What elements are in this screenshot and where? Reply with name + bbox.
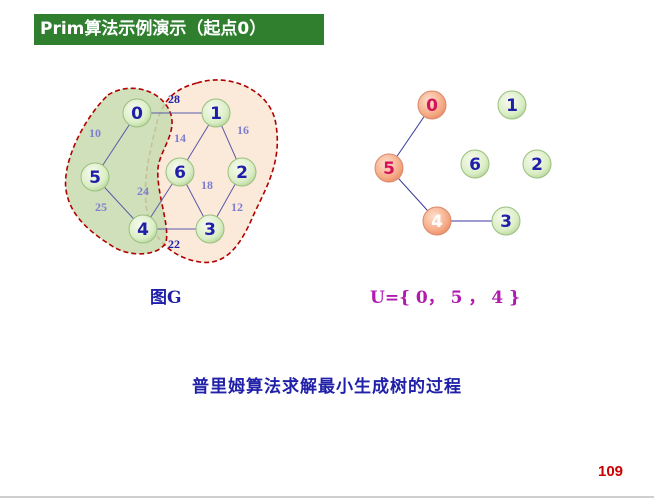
tree-node-5: 5 xyxy=(374,153,404,183)
tree-node-1: 1 xyxy=(497,90,527,120)
svg-text:4: 4 xyxy=(431,212,443,232)
graph-g: 28 10 14 16 24 18 25 12 22 0 1 2 3 4 5 6 xyxy=(64,79,278,264)
svg-text:5: 5 xyxy=(383,159,395,179)
svg-text:1: 1 xyxy=(506,96,518,116)
graph-node-3: 3 xyxy=(195,214,225,244)
weight-5-4: 25 xyxy=(95,200,107,214)
graph-node-2: 2 xyxy=(227,157,257,187)
graph-caption: 图G xyxy=(150,288,182,308)
figure-canvas: 28 10 14 16 24 18 25 12 22 0 1 2 3 4 5 6… xyxy=(64,79,552,264)
svg-text:2: 2 xyxy=(236,163,248,183)
svg-text:5: 5 xyxy=(89,168,101,188)
weight-6-4: 24 xyxy=(137,184,149,198)
svg-text:2: 2 xyxy=(531,155,543,175)
page-number: 109 xyxy=(598,463,624,480)
svg-text:3: 3 xyxy=(500,212,512,232)
weight-0-1: 28 xyxy=(168,92,180,106)
tree-node-2: 2 xyxy=(522,149,552,179)
weight-4-3: 22 xyxy=(168,237,180,251)
svg-text:6: 6 xyxy=(174,163,186,183)
weight-1-6: 14 xyxy=(174,131,186,145)
tree-node-4: 4 xyxy=(422,206,452,236)
graph-node-4: 4 xyxy=(128,214,158,244)
tree-node-6: 6 xyxy=(460,149,490,179)
tree-node-0: 0 xyxy=(417,90,447,120)
prim-progress-tree: 0 1 2 3 4 5 6 xyxy=(374,90,552,236)
weight-1-2: 16 xyxy=(237,123,249,137)
graph-node-5: 5 xyxy=(80,162,110,192)
graph-node-0: 0 xyxy=(122,98,152,128)
svg-text:0: 0 xyxy=(131,104,143,124)
tree-node-3: 3 xyxy=(491,206,521,236)
u-set-caption: U={ 0， 5 ， 4 } xyxy=(370,288,521,308)
weight-6-3: 18 xyxy=(201,178,213,192)
graph-node-1: 1 xyxy=(201,98,231,128)
svg-text:1: 1 xyxy=(210,104,222,124)
bottom-rule xyxy=(0,496,654,498)
weight-2-3: 12 xyxy=(231,200,243,214)
svg-text:3: 3 xyxy=(204,220,216,240)
svg-text:4: 4 xyxy=(137,220,149,240)
graph-node-6: 6 xyxy=(165,157,195,187)
description-caption: 普里姆算法求解最小生成树的过程 xyxy=(192,377,462,397)
svg-text:0: 0 xyxy=(426,96,438,116)
svg-text:6: 6 xyxy=(469,155,481,175)
weight-0-5: 10 xyxy=(89,126,101,140)
